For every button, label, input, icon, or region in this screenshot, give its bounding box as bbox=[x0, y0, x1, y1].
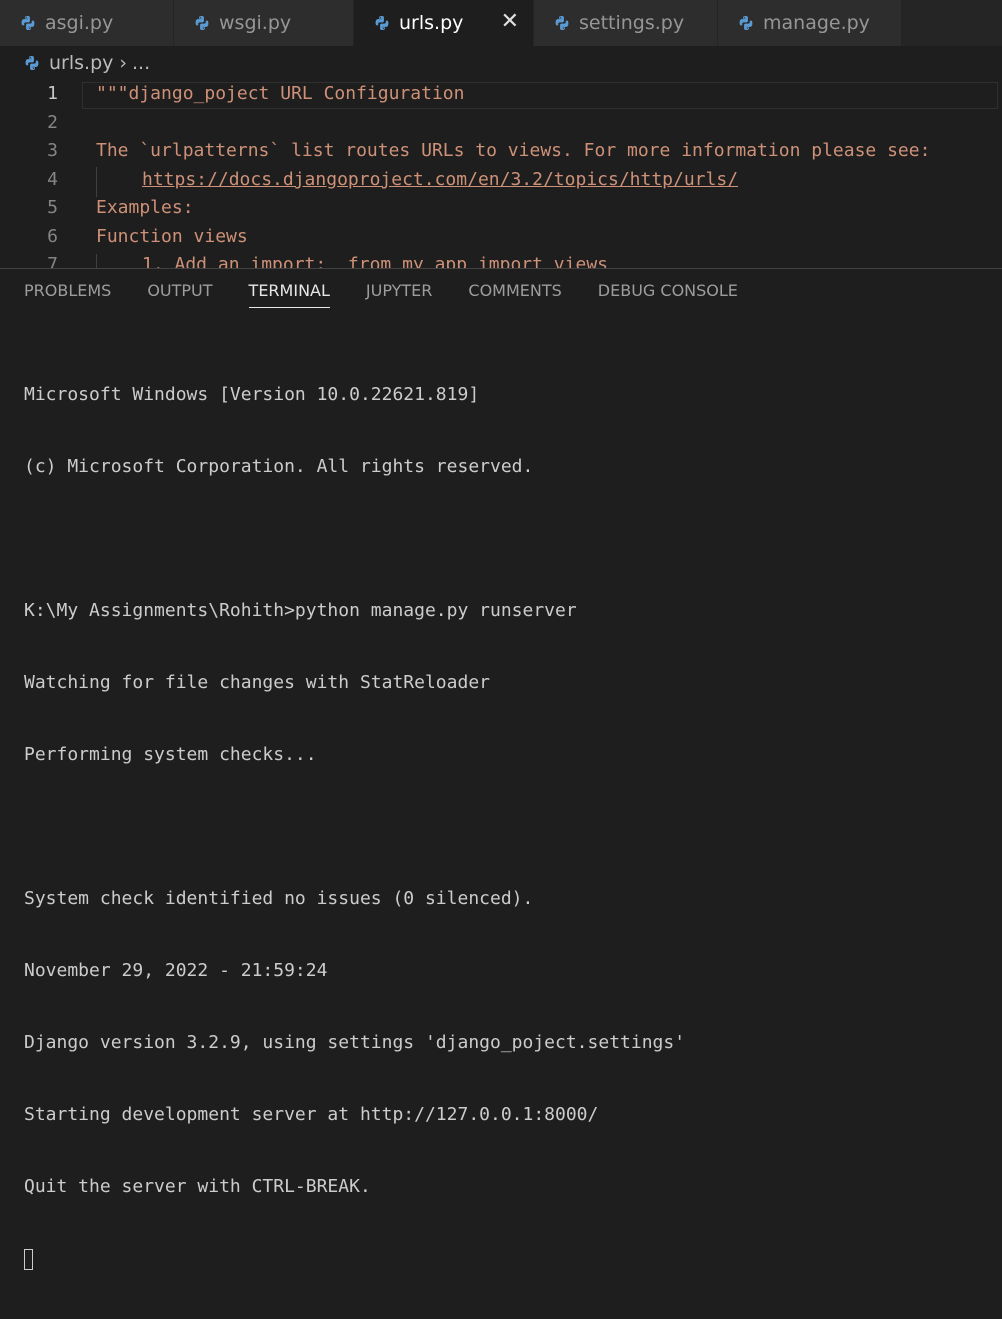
tab-comments[interactable]: COMMENTS bbox=[468, 281, 561, 308]
terminal-line: (c) Microsoft Corporation. All rights re… bbox=[24, 456, 534, 477]
terminal-line: Quit the server with CTRL-BREAK. bbox=[24, 1176, 371, 1197]
code-line: 7 1. Add an import: from my_app import v… bbox=[0, 251, 1002, 268]
docs-link[interactable]: https://docs.djangoproject.com/en/3.2/to… bbox=[142, 169, 738, 190]
line-number: 1 bbox=[47, 83, 58, 104]
terminal-line: Django version 3.2.9, using settings 'dj… bbox=[24, 1032, 686, 1053]
terminal-prompt-line bbox=[24, 1247, 685, 1271]
close-icon[interactable]: ✕ bbox=[501, 9, 519, 34]
terminal-line: Performing system checks... bbox=[24, 744, 317, 765]
code-text: https://docs.djangoproject.com/en/3.2/to… bbox=[142, 169, 738, 190]
terminal-line: November 29, 2022 - 21:59:24 bbox=[24, 960, 328, 981]
line-number: 6 bbox=[47, 226, 58, 247]
tab-problems[interactable]: PROBLEMS bbox=[24, 281, 111, 308]
python-icon bbox=[555, 16, 569, 30]
code-line: 4 https://docs.djangoproject.com/en/3.2/… bbox=[0, 166, 1002, 195]
terminal-line: Starting development server at http://12… bbox=[24, 1104, 599, 1125]
code-line: 3 The `urlpatterns` list routes URLs to … bbox=[0, 137, 1002, 166]
tab-terminal[interactable]: TERMINAL bbox=[248, 281, 330, 308]
line-number: 7 bbox=[47, 254, 58, 268]
terminal-output[interactable]: Microsoft Windows [Version 10.0.22621.81… bbox=[24, 335, 685, 1319]
line-number: 3 bbox=[47, 140, 58, 161]
line-number: 5 bbox=[47, 197, 58, 218]
tab-wsgi[interactable]: wsgi.py bbox=[174, 0, 354, 46]
code-line: 5 Examples: bbox=[0, 194, 1002, 223]
code-text: Function views bbox=[96, 226, 248, 247]
code-text: Examples: bbox=[96, 197, 194, 218]
terminal-line: K:\My Assignments\Rohith>python manage.p… bbox=[24, 600, 577, 621]
terminal-line: System check identified no issues (0 sil… bbox=[24, 888, 534, 909]
tab-debug-console[interactable]: DEBUG CONSOLE bbox=[598, 281, 738, 308]
code-text: """django_poject URL Configuration bbox=[96, 83, 465, 104]
breadcrumb-file[interactable]: urls.py bbox=[49, 52, 113, 74]
tab-label: asgi.py bbox=[45, 12, 114, 34]
breadcrumb-separator: › bbox=[119, 52, 127, 74]
python-icon bbox=[25, 56, 39, 70]
tab-label: manage.py bbox=[763, 12, 870, 34]
python-icon bbox=[21, 16, 35, 30]
terminal-line: Microsoft Windows [Version 10.0.22621.81… bbox=[24, 384, 480, 405]
code-line: 2 bbox=[0, 109, 1002, 138]
python-icon bbox=[375, 16, 389, 30]
bottom-panel: PROBLEMS OUTPUT TERMINAL JUPYTER COMMENT… bbox=[0, 268, 1002, 1270]
tab-asgi[interactable]: asgi.py bbox=[0, 0, 174, 46]
line-number: 2 bbox=[47, 112, 58, 133]
code-line: 1 """django_poject URL Configuration bbox=[0, 80, 1002, 109]
tab-output[interactable]: OUTPUT bbox=[147, 281, 212, 308]
breadcrumb: urls.py › ... bbox=[0, 46, 1002, 80]
panel-tab-bar: PROBLEMS OUTPUT TERMINAL JUPYTER COMMENT… bbox=[24, 281, 774, 308]
python-icon bbox=[739, 16, 753, 30]
tab-urls[interactable]: urls.py ✕ bbox=[354, 0, 534, 46]
line-number: 4 bbox=[47, 169, 58, 190]
tab-settings[interactable]: settings.py bbox=[534, 0, 718, 46]
terminal-line: Watching for file changes with StatReloa… bbox=[24, 672, 490, 693]
breadcrumb-more[interactable]: ... bbox=[132, 52, 150, 74]
terminal-cursor bbox=[24, 1248, 33, 1270]
tab-jupyter[interactable]: JUPYTER bbox=[366, 281, 433, 308]
tab-manage[interactable]: manage.py bbox=[718, 0, 902, 46]
editor-tab-bar: asgi.py wsgi.py urls.py ✕ settings.py ma… bbox=[0, 0, 1002, 46]
code-editor[interactable]: 1 """django_poject URL Configuration 2 3… bbox=[0, 80, 1002, 268]
tab-label: wsgi.py bbox=[219, 12, 292, 34]
code-text: The `urlpatterns` list routes URLs to vi… bbox=[96, 140, 931, 161]
tab-label: urls.py bbox=[399, 12, 464, 34]
python-icon bbox=[195, 16, 209, 30]
code-line: 6 Function views bbox=[0, 223, 1002, 252]
tab-label: settings.py bbox=[579, 12, 685, 34]
code-text: 1. Add an import: from my_app import vie… bbox=[142, 254, 608, 268]
